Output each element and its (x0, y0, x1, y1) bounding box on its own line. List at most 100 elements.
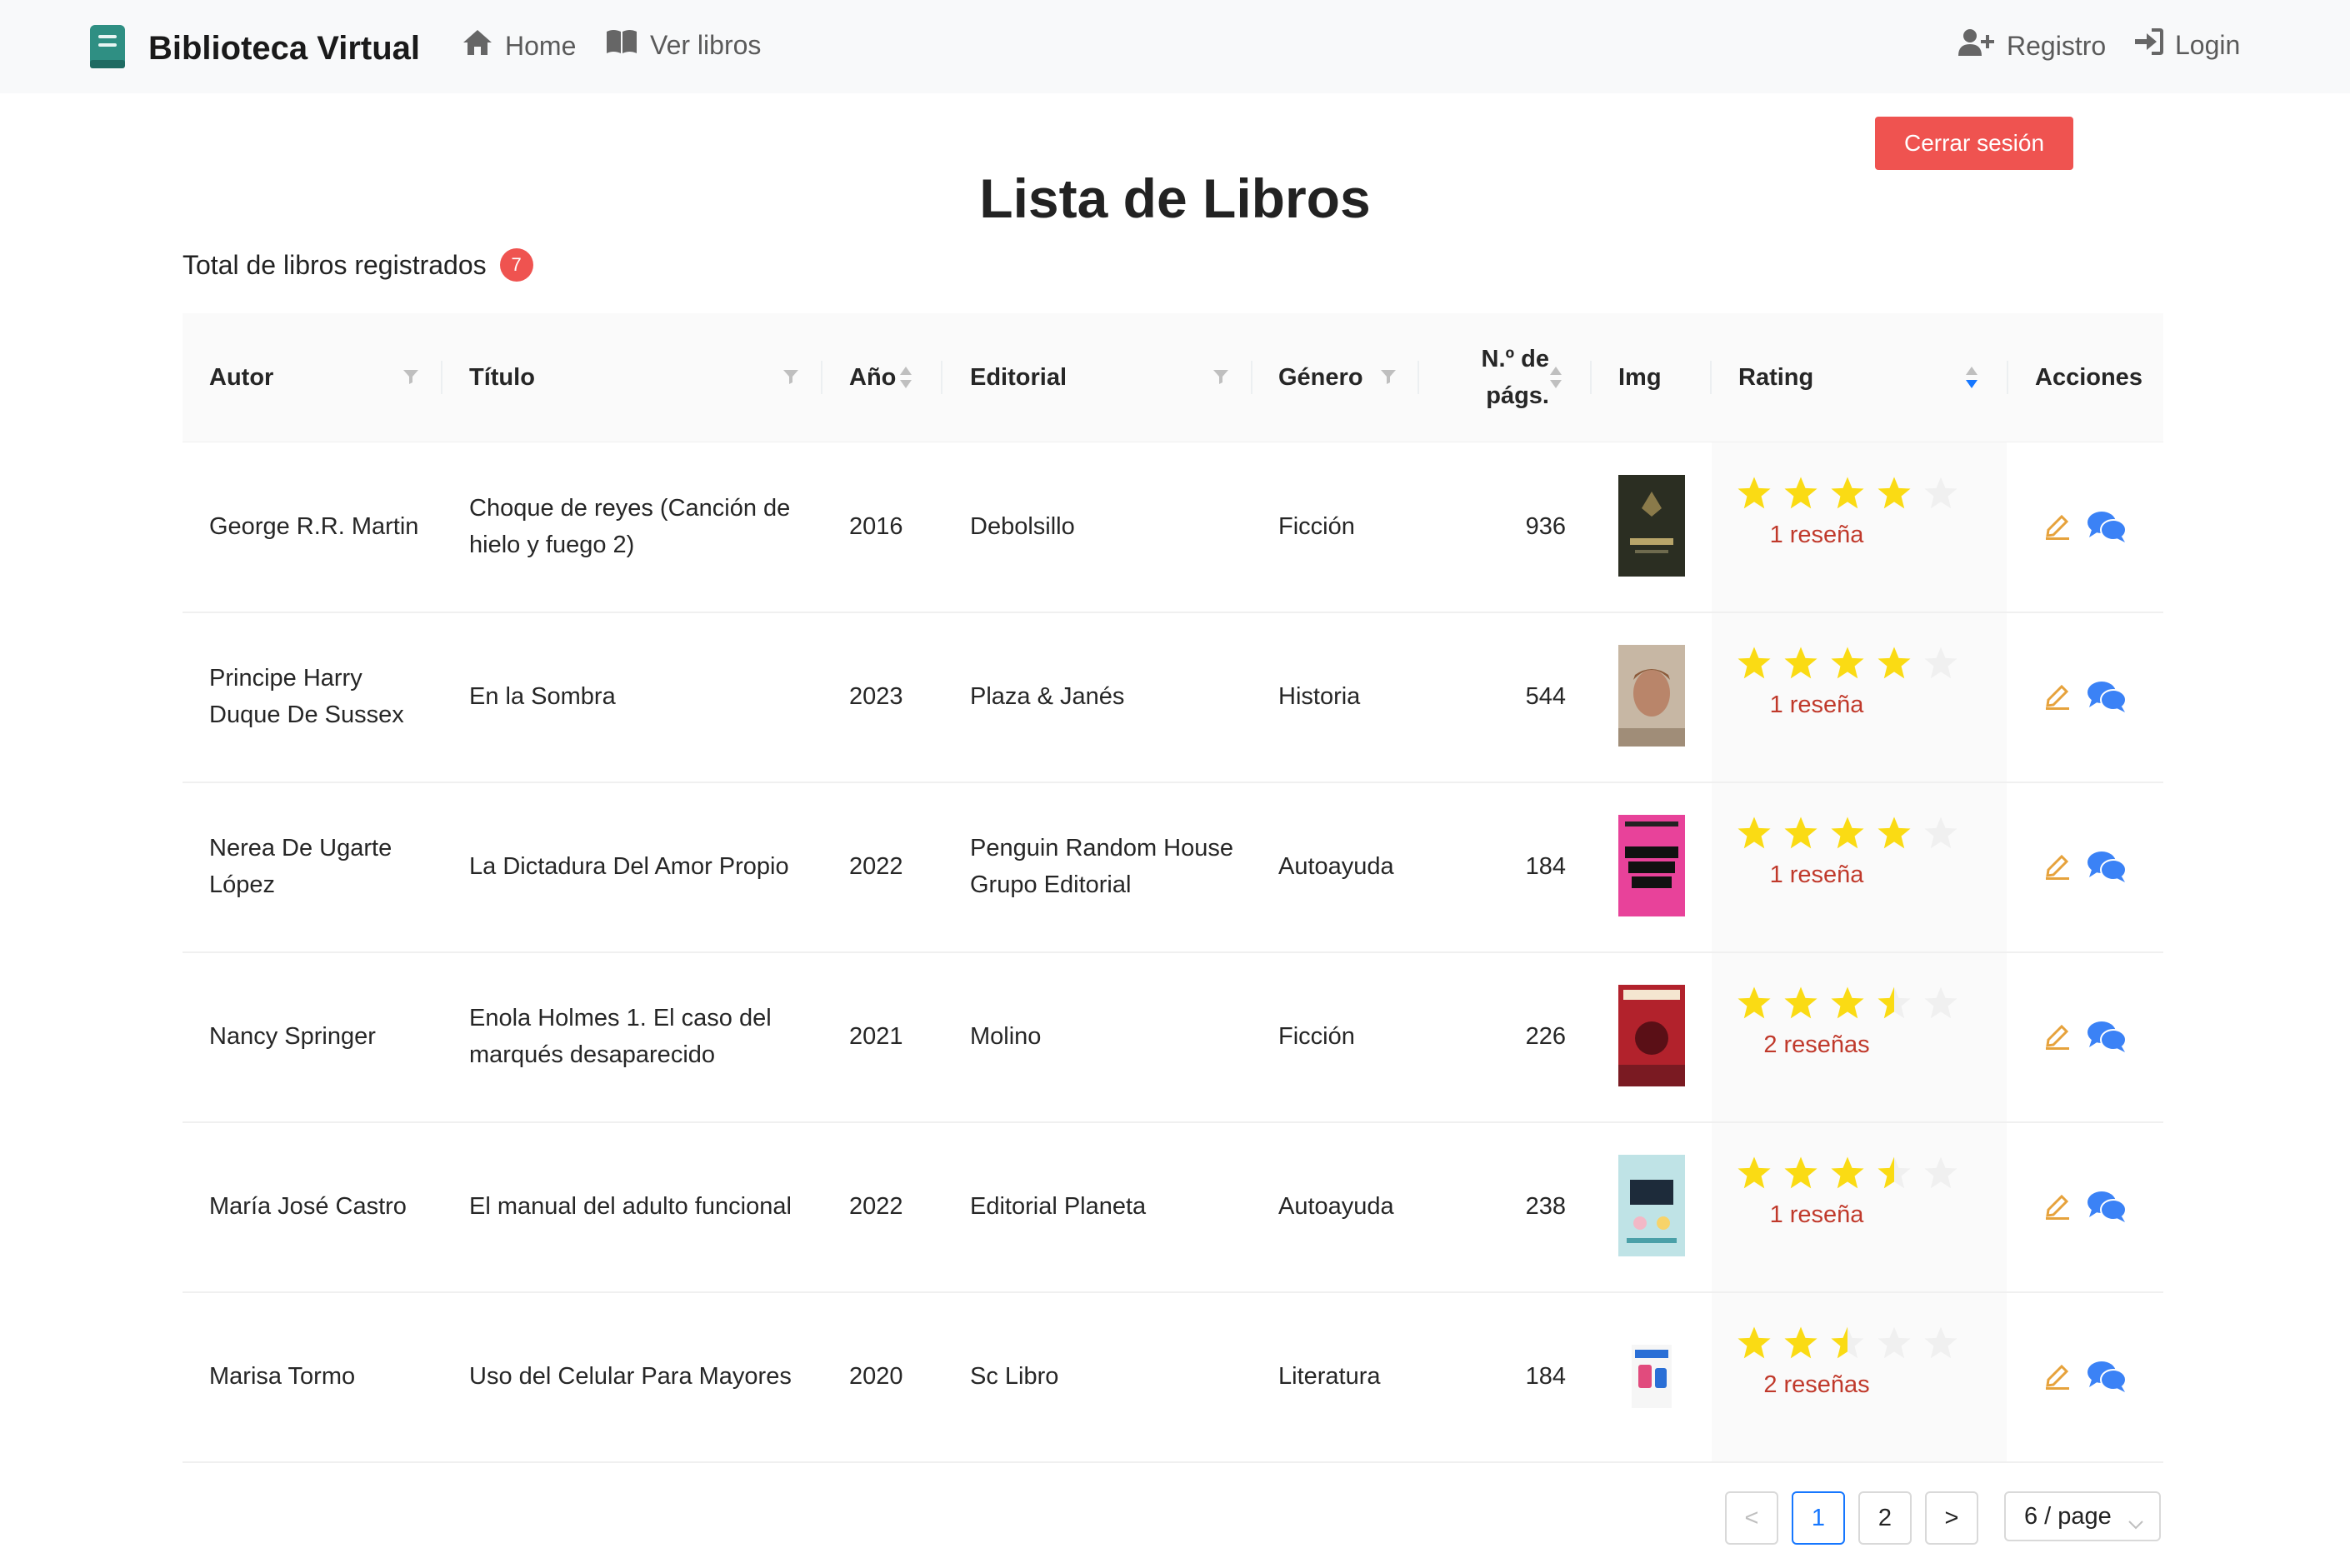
book-cover[interactable] (1618, 1325, 1685, 1426)
book-cover[interactable] (1618, 985, 1685, 1086)
cell-genre: Ficción (1278, 1023, 1355, 1050)
star-icon[interactable] (1922, 645, 1959, 686)
star-icon[interactable] (1829, 985, 1866, 1026)
col-img: Img (1618, 363, 1662, 391)
home-icon (462, 28, 505, 63)
rating-stars (1736, 1155, 1969, 1196)
edit-icon[interactable] (2043, 682, 2072, 714)
total-label: Total de libros registrados (182, 249, 487, 280)
edit-icon[interactable] (2043, 512, 2072, 544)
star-icon[interactable] (1876, 985, 1912, 1026)
star-icon[interactable] (1782, 1325, 1819, 1366)
page-2-button[interactable]: 2 (1858, 1491, 1912, 1545)
filter-genre-icon[interactable] (1380, 368, 1397, 389)
star-icon[interactable] (1736, 1325, 1772, 1366)
star-icon[interactable] (1922, 1325, 1959, 1366)
col-publisher[interactable]: Editorial (970, 313, 1067, 442)
reviews-link[interactable]: 1 reseña (1736, 1201, 1898, 1229)
book-cover[interactable] (1618, 475, 1685, 577)
star-icon[interactable] (1782, 815, 1819, 856)
sort-pages-icon[interactable] (1549, 365, 1562, 390)
edit-icon[interactable] (2043, 1361, 2072, 1394)
edit-icon[interactable] (2043, 851, 2072, 884)
books-table: Autor Título Año Editorial Género N.º de… (182, 313, 2163, 1463)
sort-year-icon[interactable] (899, 365, 912, 390)
nav-home[interactable]: Home (462, 28, 576, 63)
star-icon[interactable] (1782, 475, 1819, 516)
col-rating[interactable]: Rating (1738, 313, 1813, 442)
filter-publisher-icon[interactable] (1212, 368, 1229, 389)
cell-pages: 238 (1525, 1193, 1566, 1220)
star-icon[interactable] (1736, 985, 1772, 1026)
reviews-link[interactable]: 2 reseñas (1736, 1031, 1898, 1059)
col-genre[interactable]: Género (1278, 313, 1363, 442)
reviews-chat-icon[interactable] (2087, 1020, 2127, 1057)
filter-author-icon[interactable] (402, 368, 419, 389)
star-icon[interactable] (1736, 475, 1772, 516)
star-icon[interactable] (1922, 815, 1959, 856)
star-icon[interactable] (1876, 475, 1912, 516)
star-icon[interactable] (1876, 1155, 1912, 1196)
reviews-chat-icon[interactable] (2087, 1190, 2127, 1227)
reviews-link[interactable]: 1 reseña (1736, 522, 1898, 549)
page-size-select[interactable]: 6 / page (2004, 1491, 2161, 1541)
reviews-link[interactable]: 1 reseña (1736, 861, 1898, 889)
page-size-value: 6 / page (2024, 1502, 2112, 1530)
star-icon[interactable] (1782, 985, 1819, 1026)
header-separator (1710, 361, 1712, 394)
reviews-link[interactable]: 1 reseña (1736, 692, 1898, 719)
nav-books[interactable]: Ver libros (605, 28, 761, 62)
star-icon[interactable] (1829, 1155, 1866, 1196)
next-page-button[interactable]: > (1925, 1491, 1978, 1545)
star-icon[interactable] (1736, 815, 1772, 856)
star-icon[interactable] (1829, 1325, 1866, 1366)
star-icon[interactable] (1922, 985, 1959, 1026)
star-icon[interactable] (1876, 1325, 1912, 1366)
star-icon[interactable] (1876, 815, 1912, 856)
header-separator (821, 361, 822, 394)
star-icon[interactable] (1736, 1155, 1772, 1196)
star-icon[interactable] (1782, 1155, 1819, 1196)
rating-stars (1736, 985, 1969, 1026)
star-icon[interactable] (1829, 815, 1866, 856)
logout-button[interactable]: Cerrar sesión (1875, 117, 2073, 170)
star-icon[interactable] (1736, 645, 1772, 686)
sort-rating-icon[interactable] (1965, 365, 1978, 390)
reviews-chat-icon[interactable] (2087, 1360, 2127, 1397)
book-cover[interactable] (1618, 645, 1685, 747)
star-icon[interactable] (1829, 475, 1866, 516)
open-book-icon (605, 28, 650, 62)
reviews-link[interactable]: 2 reseñas (1736, 1371, 1898, 1399)
edit-icon[interactable] (2043, 1021, 2072, 1054)
cell-title: La Dictadura Del Amor Propio (469, 853, 789, 880)
cell-pages: 544 (1525, 683, 1566, 710)
book-cover[interactable] (1618, 1155, 1685, 1256)
total-count-badge: 7 (499, 248, 533, 282)
prev-page-button[interactable]: < (1725, 1491, 1778, 1545)
star-icon[interactable] (1782, 645, 1819, 686)
table-row: Nerea De Ugarte López La Dictadura Del A… (182, 782, 2163, 953)
cell-pages: 936 (1525, 513, 1566, 540)
cell-year: 2016 (849, 513, 903, 540)
star-icon[interactable] (1922, 475, 1959, 516)
reviews-chat-icon[interactable] (2087, 680, 2127, 717)
reviews-chat-icon[interactable] (2087, 510, 2127, 547)
col-author[interactable]: Autor (209, 313, 273, 442)
brand[interactable]: Biblioteca Virtual (88, 23, 420, 74)
cell-genre: Autoayuda (1278, 853, 1394, 880)
nav-login[interactable]: Login (2133, 28, 2240, 62)
reviews-chat-icon[interactable] (2087, 850, 2127, 887)
cell-publisher: Sc Libro (970, 1363, 1059, 1390)
page-1-button[interactable]: 1 (1792, 1491, 1845, 1545)
book-cover[interactable] (1618, 815, 1685, 916)
star-icon[interactable] (1876, 645, 1912, 686)
nav-register[interactable]: Registro (1958, 28, 2106, 63)
col-pages[interactable]: N.º de págs. (1432, 313, 1550, 442)
chevron-down-icon (2128, 1510, 2144, 1537)
star-icon[interactable] (1829, 645, 1866, 686)
col-title[interactable]: Título (469, 313, 535, 442)
star-icon[interactable] (1922, 1155, 1959, 1196)
filter-title-icon[interactable] (782, 368, 799, 389)
edit-icon[interactable] (2043, 1191, 2072, 1224)
col-year[interactable]: Año (849, 313, 896, 442)
